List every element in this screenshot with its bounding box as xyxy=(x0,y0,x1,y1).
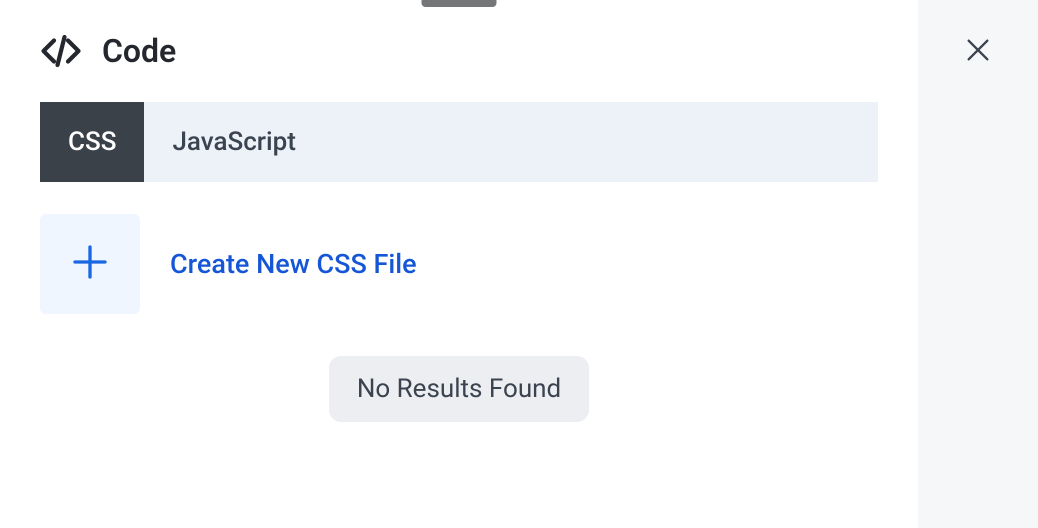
close-icon xyxy=(964,36,992,68)
no-results-message: No Results Found xyxy=(329,356,589,422)
drag-handle[interactable] xyxy=(422,0,497,7)
code-panel: Code CSS JavaScript Create New CSS File … xyxy=(0,0,918,528)
create-new-css-file-button[interactable]: Create New CSS File xyxy=(40,214,878,314)
panel-header: Code xyxy=(0,0,918,92)
create-label: Create New CSS File xyxy=(170,248,417,280)
tabs-bar: CSS JavaScript xyxy=(40,102,878,182)
close-button[interactable] xyxy=(962,36,994,68)
tab-javascript[interactable]: JavaScript xyxy=(144,102,323,182)
page-title: Code xyxy=(102,32,176,70)
code-icon xyxy=(40,30,82,72)
tab-css[interactable]: CSS xyxy=(40,102,144,182)
plus-icon xyxy=(70,242,110,286)
plus-icon-box xyxy=(40,214,140,314)
